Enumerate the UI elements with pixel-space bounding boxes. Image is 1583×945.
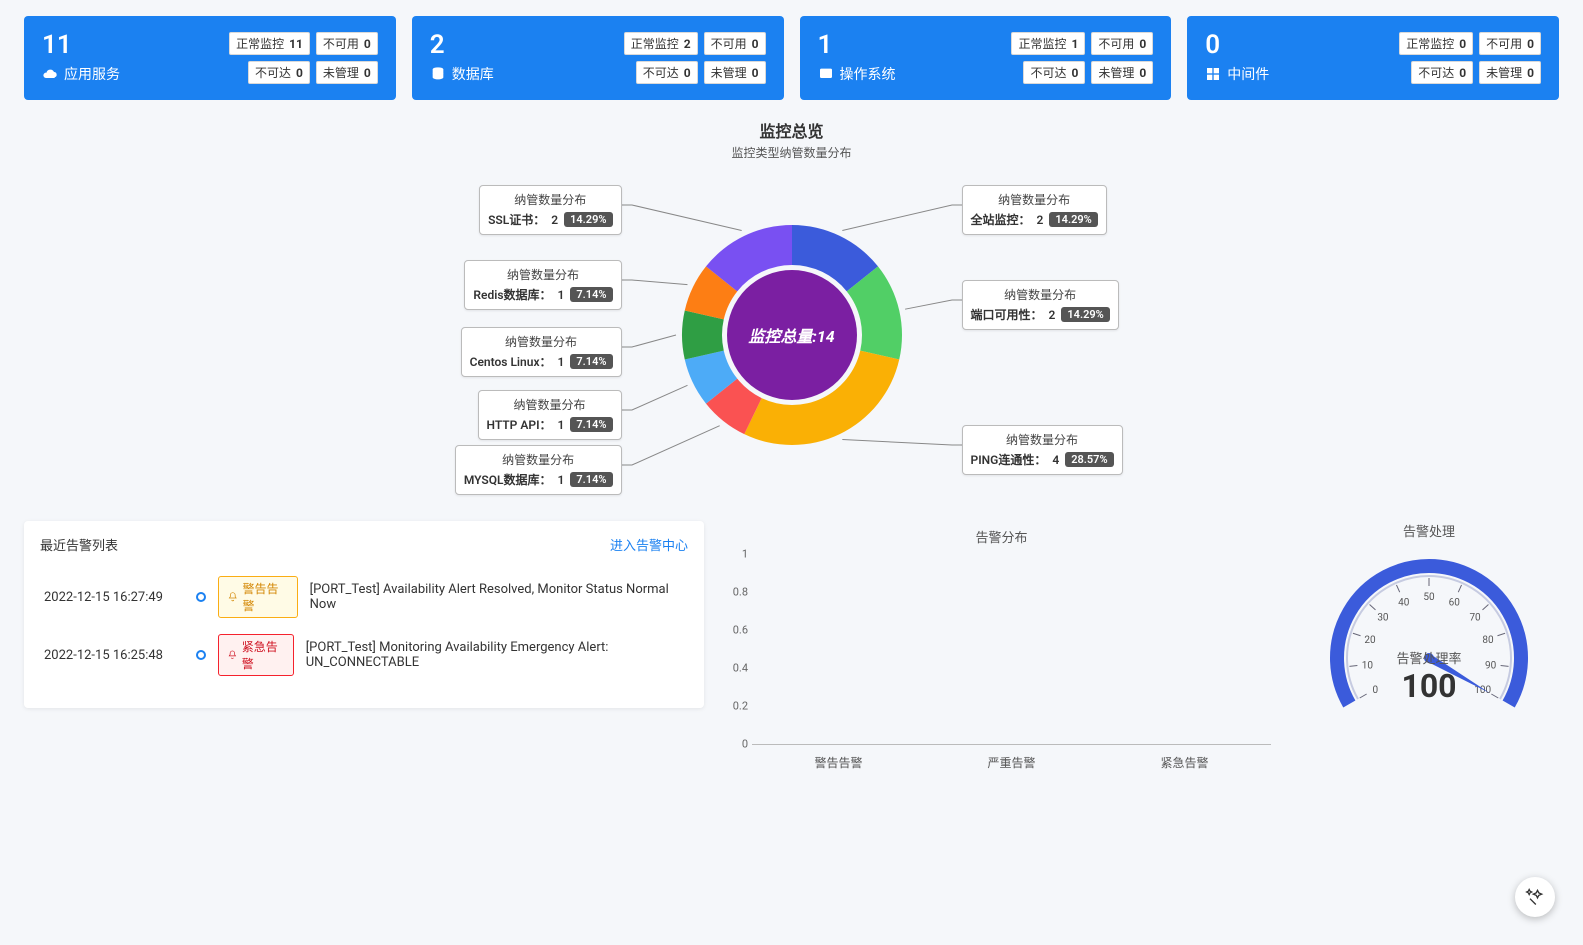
card-app-services[interactable]: 11 应用服务 正常监控 11 不可用 0 不可达 0 未管理 0	[24, 16, 396, 100]
lower-row: 最近告警列表 进入告警中心 2022-12-15 16:27:49 警告告警 [PO…	[0, 505, 1583, 811]
svg-text:60: 60	[1449, 597, 1461, 608]
assistant-fab[interactable]	[1515, 877, 1555, 917]
badge-unmanaged: 未管理 0	[704, 61, 766, 84]
donut-label: 纳管数量分布HTTP API：17.14%	[478, 390, 622, 440]
card-count: 0	[1205, 32, 1269, 58]
badge-unavailable: 不可用 0	[1091, 32, 1153, 55]
donut-chart[interactable]: 监控总量:14 纳管数量分布全站监控：214.29%纳管数量分布端口可用性：21…	[472, 165, 1112, 505]
y-tick: 0.6	[722, 624, 748, 637]
alert-level-tag: 紧急告警	[218, 634, 294, 676]
sparkle-icon	[1525, 887, 1545, 907]
donut-label: 纳管数量分布SSL证书：214.29%	[479, 185, 621, 235]
badge-unavailable: 不可用 0	[316, 32, 378, 55]
timeline-dot-icon	[196, 592, 206, 602]
card-middleware[interactable]: 0 中间件 正常监控 0 不可用 0 不可达 0 未管理 0	[1187, 16, 1559, 100]
badge-unmanaged: 未管理 0	[316, 61, 378, 84]
alert-message: [PORT_Test] Availability Alert Resolved,…	[310, 582, 684, 612]
svg-text:20: 20	[1364, 635, 1376, 646]
alerts-center-link[interactable]: 进入告警中心	[610, 535, 688, 554]
donut-center: 监控总量:14	[727, 270, 857, 400]
x-label: 警告告警	[814, 754, 862, 771]
badge-unmanaged: 未管理 0	[1479, 61, 1541, 84]
overview-title: 监控总览	[24, 118, 1559, 142]
alert-time: 2022-12-15 16:25:48	[44, 648, 184, 663]
card-os[interactable]: 1 操作系统 正常监控 1 不可用 0 不可达 0 未管理 0	[800, 16, 1172, 100]
badge-normal: 正常监控 0	[1399, 32, 1473, 55]
svg-text:40: 40	[1398, 597, 1410, 608]
badge-unavailable: 不可用 0	[704, 32, 766, 55]
gauge-title: 告警处理	[1299, 521, 1559, 540]
card-title: 操作系统	[818, 64, 896, 84]
badge-unmanaged: 未管理 0	[1091, 61, 1153, 84]
donut-label: 纳管数量分布端口可用性：214.29%	[962, 280, 1119, 330]
badge-unavailable: 不可用 0	[1479, 32, 1541, 55]
alerts-title: 最近告警列表	[40, 535, 118, 554]
alert-distribution-chart: 告警分布 0 0.2 0.4 0.6 0.8 1 警告告警 严重告警 紧急告警	[722, 521, 1281, 771]
donut-label: 纳管数量分布PING连通性：428.57%	[962, 425, 1123, 475]
donut-label: 纳管数量分布MYSQL数据库：17.14%	[455, 445, 622, 495]
alert-row[interactable]: 2022-12-15 16:25:48 紧急告警 [PORT_Test] Monit…	[40, 626, 688, 684]
alert-time: 2022-12-15 16:27:49	[44, 590, 184, 605]
alert-row[interactable]: 2022-12-15 16:27:49 警告告警 [PORT_Test] Avail…	[40, 568, 688, 626]
overview-subtitle: 监控类型纳管数量分布	[24, 144, 1559, 161]
dist-title: 告警分布	[722, 527, 1281, 546]
x-label: 严重告警	[987, 754, 1035, 771]
badge-normal: 正常监控 2	[624, 32, 698, 55]
gauge-value: 100	[1319, 667, 1539, 705]
alert-message: [PORT_Test] Monitoring Availability Emer…	[306, 640, 684, 670]
bell-icon	[227, 649, 238, 661]
card-title: 应用服务	[42, 64, 120, 84]
badge-normal: 正常监控 11	[229, 32, 310, 55]
svg-text:70: 70	[1469, 613, 1481, 624]
x-label: 紧急告警	[1160, 754, 1208, 771]
card-title: 中间件	[1205, 64, 1269, 84]
bell-icon	[227, 591, 239, 603]
badge-normal: 正常监控 1	[1011, 32, 1085, 55]
svg-text:50: 50	[1423, 592, 1435, 603]
svg-text:30: 30	[1377, 613, 1389, 624]
alerts-panel: 最近告警列表 进入告警中心 2022-12-15 16:27:49 警告告警 [PO…	[24, 521, 704, 708]
card-count: 2	[430, 32, 494, 58]
donut-label: 纳管数量分布Centos Linux：17.14%	[461, 327, 622, 377]
y-tick: 0	[722, 738, 748, 751]
badge-unreachable: 不可达 0	[1411, 61, 1473, 84]
middleware-icon	[1205, 66, 1221, 82]
y-tick: 0.4	[722, 662, 748, 675]
svg-text:80: 80	[1482, 635, 1494, 646]
database-icon	[430, 66, 446, 82]
badge-unreachable: 不可达 0	[636, 61, 698, 84]
gauge-panel: 告警处理 0102030405060708090100 告警处理率 100	[1299, 521, 1559, 728]
badge-unreachable: 不可达 0	[248, 61, 310, 84]
cloud-icon	[42, 66, 58, 82]
badge-unreachable: 不可达 0	[1023, 61, 1085, 84]
card-count: 11	[42, 32, 120, 58]
os-icon	[818, 66, 834, 82]
overview-section: 监控总览 监控类型纳管数量分布 监控总量:14 纳管数量分布全站监控：214.2…	[24, 118, 1559, 505]
y-tick: 0.8	[722, 586, 748, 599]
card-database[interactable]: 2 数据库 正常监控 2 不可用 0 不可达 0 未管理 0	[412, 16, 784, 100]
alert-level-tag: 警告告警	[218, 576, 298, 618]
y-tick: 1	[722, 548, 748, 561]
summary-cards: 11 应用服务 正常监控 11 不可用 0 不可达 0 未管理 0 2 数据库 …	[0, 0, 1583, 108]
timeline-dot-icon	[196, 650, 206, 660]
card-title: 数据库	[430, 64, 494, 84]
donut-label: 纳管数量分布Redis数据库：17.14%	[464, 260, 621, 310]
card-count: 1	[818, 32, 896, 58]
gauge-label: 告警处理率	[1319, 648, 1539, 667]
donut-label: 纳管数量分布全站监控：214.29%	[962, 185, 1107, 235]
y-tick: 0.2	[722, 700, 748, 713]
